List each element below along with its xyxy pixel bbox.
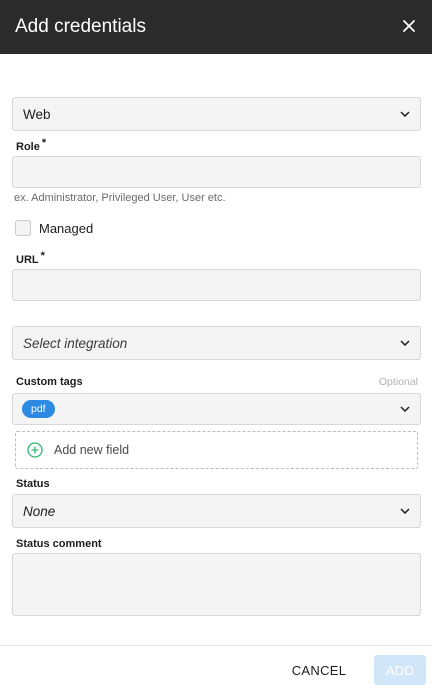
role-input[interactable] bbox=[12, 156, 421, 188]
status-comment-label: Status comment bbox=[16, 538, 102, 550]
chevron-down-icon bbox=[400, 340, 410, 346]
status-select[interactable]: None bbox=[12, 494, 421, 528]
status-comment-textarea[interactable] bbox=[12, 553, 421, 616]
url-label: URL * bbox=[16, 250, 45, 266]
required-marker: * bbox=[41, 137, 47, 149]
close-icon[interactable] bbox=[400, 17, 418, 35]
status-label: Status bbox=[16, 478, 50, 490]
optional-hint: Optional bbox=[378, 376, 418, 388]
dialog-footer bbox=[0, 645, 432, 696]
custom-tags-select[interactable]: pdf bbox=[12, 393, 421, 425]
required-marker: * bbox=[40, 250, 45, 262]
add-new-field-label: Add new field bbox=[54, 443, 130, 457]
integration-placeholder: Select integration bbox=[23, 335, 128, 351]
plus-circle-icon bbox=[27, 442, 43, 458]
add-new-field-button[interactable]: Add new field bbox=[15, 431, 418, 469]
type-select-value: Web bbox=[23, 106, 51, 122]
role-helper-text: ex. Administrator, Privileged User, User… bbox=[14, 192, 226, 204]
url-input[interactable] bbox=[12, 269, 421, 301]
dialog-title: Add credentials bbox=[15, 16, 146, 37]
chevron-down-icon bbox=[400, 406, 410, 412]
cancel-button[interactable]: CANCEL bbox=[283, 655, 355, 685]
custom-tags-label: Custom tags bbox=[16, 376, 83, 388]
add-button[interactable]: ADD bbox=[374, 655, 426, 685]
tag-chip[interactable]: pdf bbox=[22, 400, 55, 418]
chevron-down-icon bbox=[400, 111, 410, 117]
status-value: None bbox=[23, 503, 56, 519]
managed-label: Managed bbox=[39, 221, 94, 236]
type-select[interactable]: Web bbox=[12, 97, 421, 131]
role-label: Role * bbox=[16, 137, 46, 153]
url-label-text: URL bbox=[16, 254, 39, 266]
dialog-header: Add credentials bbox=[0, 0, 432, 54]
chevron-down-icon bbox=[400, 508, 410, 514]
integration-select[interactable]: Select integration bbox=[12, 326, 421, 360]
managed-checkbox[interactable] bbox=[15, 220, 31, 236]
role-label-text: Role bbox=[16, 141, 40, 153]
